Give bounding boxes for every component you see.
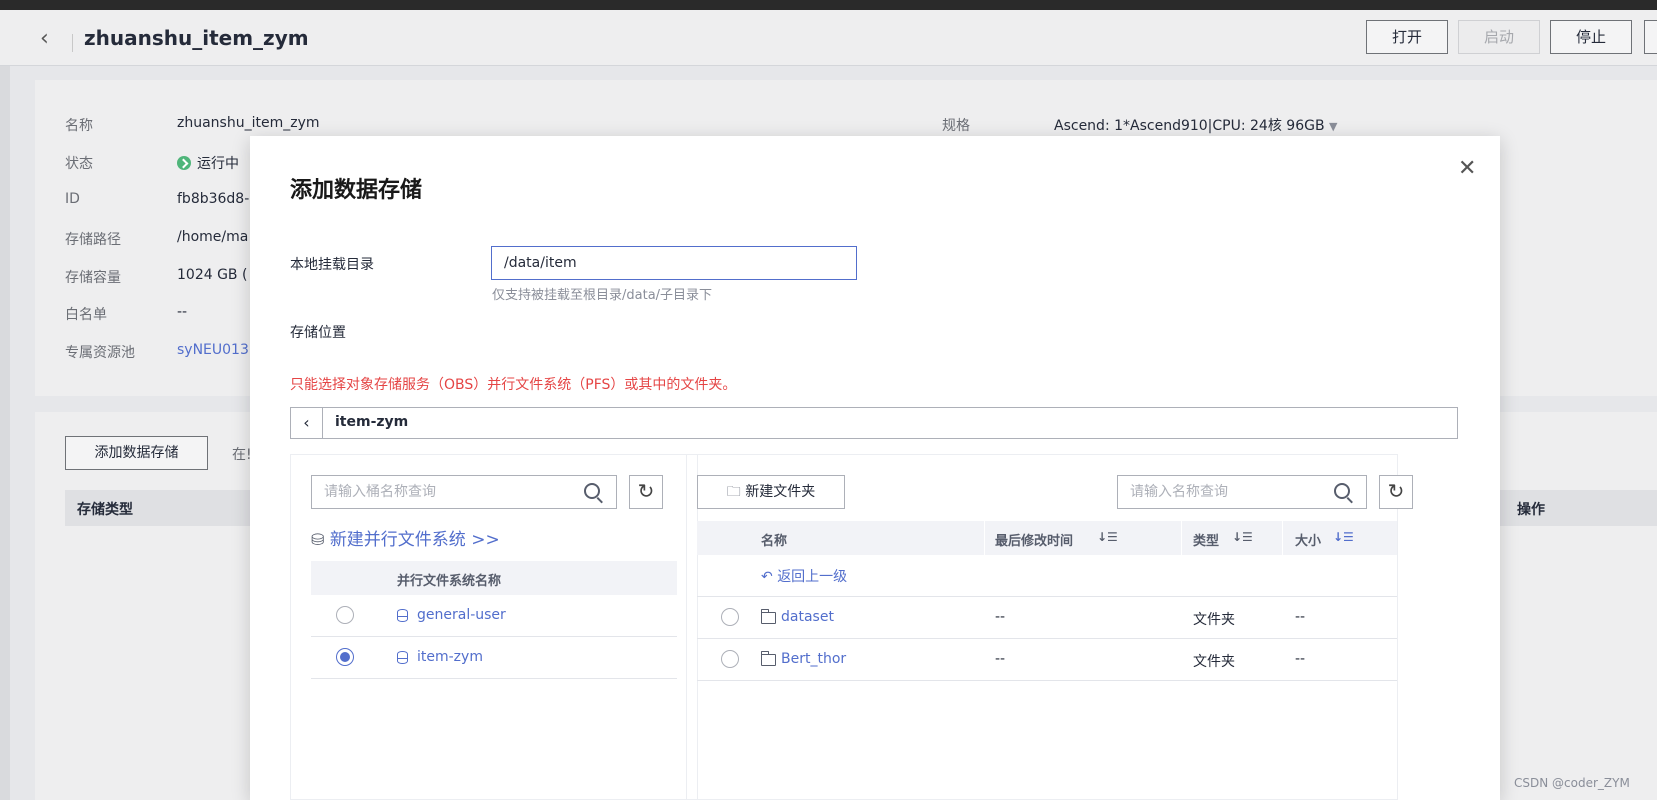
size-value: --	[1295, 609, 1306, 625]
create-pfs-link[interactable]: ⛁ 新建并行文件系统 >>	[311, 525, 500, 550]
create-pfs-text: 新建并行文件系统 >>	[329, 530, 500, 550]
file-table-header: 名称 最后修改时间 ↓☰ 类型 ↓☰ 大小 ↓☰	[697, 521, 1397, 555]
operations-header: 操作	[1517, 502, 1545, 518]
add-storage-button[interactable]: 添加数据存储	[65, 436, 208, 470]
more-button[interactable]	[1644, 20, 1657, 54]
database-icon	[397, 651, 408, 664]
name-label: 名称	[65, 118, 93, 134]
pfs-row[interactable]: general-user	[311, 595, 677, 637]
new-folder-button[interactable]: 🗀 新建文件夹	[697, 475, 845, 509]
pfs-table-header: 并行文件系统名称	[311, 561, 677, 595]
start-button[interactable]: 启动	[1458, 20, 1540, 54]
header-divider	[72, 34, 73, 52]
file-panel: 🗀 新建文件夹 ↻ 名称 最后修改时间 ↓☰ 类型 ↓☰ 大小 ↓☰ ↶ 返回上…	[686, 454, 1413, 800]
back-arrow-icon[interactable]: ‹	[40, 28, 60, 50]
storage-location-label: 存储位置	[290, 325, 346, 341]
location-warning: 只能选择对象存储服务（OBS）并行文件系统（PFS）或其中的文件夹。	[290, 377, 737, 393]
whitelist-label: 白名单	[65, 307, 107, 323]
pfs-name-header: 并行文件系统名称	[397, 574, 502, 589]
header-divider	[1181, 521, 1182, 555]
size-header[interactable]: 大小	[1295, 530, 1321, 549]
pfs-name-link[interactable]: general-user	[417, 607, 506, 623]
dialog-title: 添加数据存储	[290, 178, 423, 203]
storage-capacity-value: 1024 GB (	[177, 267, 248, 283]
whitelist-value: --	[177, 304, 188, 320]
resource-pool-label: 专属资源池	[65, 345, 135, 361]
open-button[interactable]: 打开	[1366, 20, 1448, 54]
watermark: CSDN @coder_ZYM	[1514, 776, 1630, 790]
close-icon[interactable]: ✕	[1458, 156, 1476, 181]
type-value: 文件夹	[1193, 654, 1235, 670]
storage-capacity-label: 存储容量	[65, 270, 121, 286]
refresh-icon[interactable]: ↻	[629, 475, 663, 509]
id-label: ID	[65, 191, 80, 207]
path-breadcrumb: ‹ item-zym	[290, 407, 1458, 439]
page-title: zhuanshu_item_zym	[84, 26, 309, 50]
pfs-radio[interactable]	[336, 606, 354, 624]
mount-dir-hint: 仅支持被挂载至根目录/data/子目录下	[492, 288, 713, 303]
current-path: item-zym	[335, 414, 409, 430]
path-back-icon[interactable]: ‹	[291, 408, 323, 438]
file-radio[interactable]	[721, 650, 739, 668]
file-radio[interactable]	[721, 608, 739, 626]
type-header[interactable]: 类型	[1193, 530, 1219, 549]
mount-dir-label: 本地挂载目录	[290, 257, 374, 273]
running-status-icon	[177, 156, 191, 170]
resource-pool-link[interactable]: syNEU013	[177, 342, 249, 358]
pfs-radio-selected[interactable]	[336, 648, 354, 666]
caret-down-icon: ▼	[1329, 120, 1338, 133]
folder-icon	[761, 609, 776, 624]
status-value: 运行中	[177, 153, 239, 173]
modified-value: --	[995, 609, 1006, 625]
new-folder-text: 新建文件夹	[745, 484, 816, 500]
storage-path-label: 存储路径	[65, 232, 121, 248]
header-divider	[984, 521, 985, 555]
type-value: 文件夹	[1193, 612, 1235, 628]
sort-icon[interactable]: ↓☰	[1097, 530, 1118, 544]
pfs-name-link[interactable]: item-zym	[417, 649, 483, 665]
size-value: --	[1295, 651, 1306, 667]
stop-button[interactable]: 停止	[1550, 20, 1632, 54]
folder-name-link[interactable]: dataset	[781, 609, 834, 625]
spec-label: 规格	[942, 118, 970, 134]
back-up-text: 返回上一级	[777, 569, 848, 585]
folder-add-icon: 🗀	[726, 484, 741, 500]
bucket-panel: ↻ ⛁ 新建并行文件系统 >> 并行文件系统名称 general-user it…	[290, 454, 698, 800]
status-label: 状态	[65, 156, 93, 172]
modified-header[interactable]: 最后修改时间	[995, 530, 1073, 549]
back-row[interactable]: ↶ 返回上一级	[697, 555, 1397, 597]
id-value: fb8b36d8-(	[177, 191, 255, 207]
mount-dir-input[interactable]	[491, 246, 857, 280]
folder-name-link[interactable]: Bert_thor	[781, 651, 846, 667]
search-icon[interactable]	[1334, 483, 1350, 499]
spec-text: Ascend: 1*Ascend910|CPU: 24核 96GB	[1054, 118, 1325, 134]
storage-type-header: 存储类型	[77, 502, 133, 518]
refresh-icon[interactable]: ↻	[1379, 475, 1413, 509]
spec-value[interactable]: Ascend: 1*Ascend910|CPU: 24核 96GB ▼	[1054, 115, 1337, 135]
file-search-input[interactable]	[1117, 475, 1367, 509]
storage-path-value: /home/ma	[177, 229, 249, 245]
name-header[interactable]: 名称	[761, 530, 787, 549]
storage-hint-text: 在!	[232, 447, 252, 463]
file-row[interactable]: Bert_thor -- 文件夹 --	[697, 639, 1397, 681]
sort-icon-active[interactable]: ↓☰	[1333, 530, 1354, 544]
bucket-search-input[interactable]	[311, 475, 617, 509]
status-text: 运行中	[197, 156, 239, 172]
window-top-bar	[0, 0, 1657, 10]
left-sidebar-strip	[0, 66, 10, 800]
sort-icon[interactable]: ↓☰	[1232, 530, 1253, 544]
return-arrow-icon: ↶	[761, 569, 773, 585]
file-row[interactable]: dataset -- 文件夹 --	[697, 597, 1397, 639]
back-up-link[interactable]: ↶ 返回上一级	[761, 566, 847, 586]
pfs-row[interactable]: item-zym	[311, 637, 677, 679]
name-value: zhuanshu_item_zym	[177, 115, 320, 131]
modified-value: --	[995, 651, 1006, 667]
database-add-icon: ⛁	[311, 530, 325, 549]
header-divider	[1282, 521, 1283, 555]
folder-icon	[761, 651, 776, 666]
search-icon[interactable]	[584, 483, 600, 499]
page-header: ‹ zhuanshu_item_zym 打开 启动 停止	[0, 10, 1657, 66]
database-icon	[397, 609, 408, 622]
add-storage-dialog: 添加数据存储 ✕ 本地挂载目录 仅支持被挂载至根目录/data/子目录下 存储位…	[250, 136, 1500, 800]
